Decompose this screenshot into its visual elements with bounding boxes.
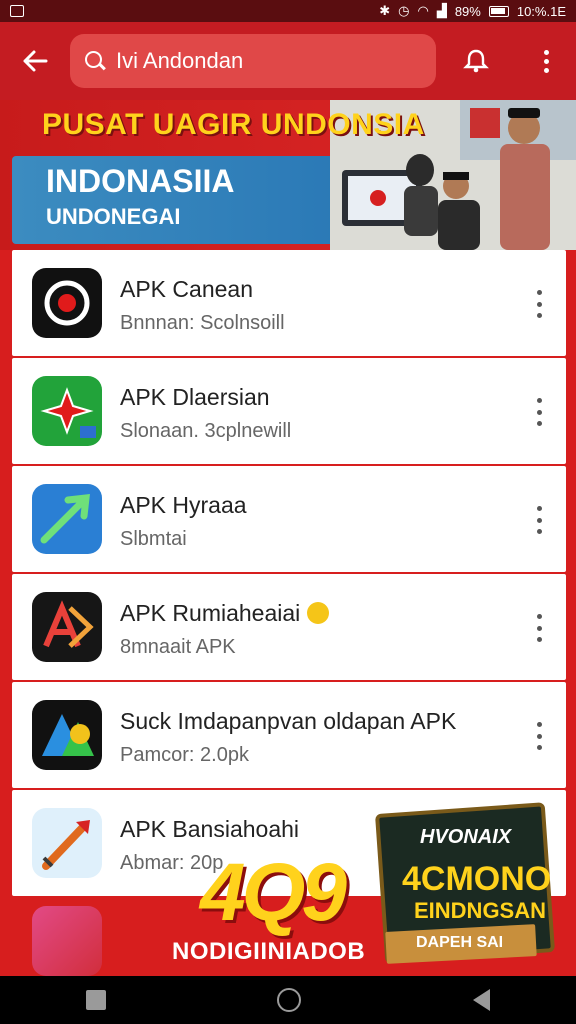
badge-line-3: EINDNGSAN [414, 898, 547, 923]
overflow-menu-button[interactable] [516, 22, 576, 100]
list-item[interactable]: APK Rumiaheaiai 8mnaait APK [12, 574, 566, 680]
app-title: APK Rumiaheaiai [120, 600, 329, 627]
system-nav-bar [0, 976, 576, 1024]
app-subtitle: Pamcor: 2.0pk [120, 744, 249, 766]
badge-line-2: 4CMONO [402, 860, 552, 898]
promo-footer-text: NODIGIINIADOB [172, 938, 366, 965]
app-title: APK Bansiahoahi [120, 816, 300, 842]
emoji-icon [306, 602, 329, 624]
item-more-icon[interactable] [532, 614, 546, 642]
recents-icon[interactable] [85, 990, 106, 1010]
status-bar: ✱ ◷ ◠ ▟ 89% 10:%.1E [0, 0, 576, 22]
more-icon [543, 49, 549, 55]
item-more-icon[interactable] [532, 290, 546, 318]
app-title: APK Hyraaa [120, 492, 247, 518]
clock: 10:%.1E [516, 3, 566, 19]
banner-headline: PUSAT UAGIR UNDONSIA [42, 108, 425, 141]
back-button[interactable] [0, 22, 70, 100]
search-query: Ivi Andondan [116, 48, 244, 73]
image-notification-icon [10, 5, 24, 17]
list-item[interactable]: Suck Imdapanpvan oldapan APK Pamcor: 2.0… [12, 682, 566, 788]
app-subtitle: Bnnnan: Scolnsoill [120, 312, 285, 334]
item-more-icon[interactable] [532, 506, 546, 534]
list-item[interactable]: APK Hyraaa Slbmtai [12, 466, 566, 572]
item-more-icon[interactable] [532, 722, 546, 750]
app-icon-star [32, 376, 102, 446]
app-title: APK Dlaersian [120, 384, 270, 410]
banner-title: INDONASIIA [46, 163, 235, 199]
app-icon-rocket [32, 808, 102, 878]
app-title: APK Canean [120, 276, 253, 302]
list-item[interactable]: APK Dlaersian Slonaan. 3cplnewill [12, 358, 566, 464]
badge-line-1: HVONAIX [420, 826, 512, 848]
app-title: Suck Imdapanpvan oldapan APK [120, 708, 457, 734]
notification-button[interactable] [436, 22, 516, 100]
signal-icon: ▟ [436, 3, 447, 18]
bell-icon [463, 49, 489, 73]
ribbon-text: DAPEH SAI [416, 934, 504, 951]
app-icon-pink[interactable] [32, 906, 102, 976]
app-icon-triangle [32, 700, 102, 770]
bluetooth-icon: ✱ [379, 3, 391, 18]
back-arrow-icon [23, 50, 48, 72]
search-input[interactable]: Ivi Andondan [70, 34, 436, 88]
item-more-icon[interactable] [532, 398, 546, 426]
wifi-icon: ◠ [417, 3, 429, 18]
app-icon-letter-a [32, 592, 102, 662]
app-subtitle: 8mnaait APK [120, 636, 236, 658]
banner-subtitle: UNDONEGAI [46, 204, 181, 229]
battery-percent: 89% [454, 3, 481, 19]
promo-number: 4Q9 [200, 847, 347, 938]
alarm-icon: ◷ [398, 3, 410, 18]
back-nav-icon[interactable] [473, 989, 491, 1011]
app-subtitle: Slbmtai [120, 528, 187, 550]
app-icon-camera [32, 268, 102, 338]
battery-icon [488, 5, 509, 17]
app-bar: Ivi Andondan [0, 22, 576, 100]
search-icon [84, 50, 106, 72]
app-icon-arrow [32, 484, 102, 554]
app-list: APK Canean Bnnnan: Scolnsoill APK Dlaers… [12, 250, 566, 896]
app-subtitle: Slonaan. 3cplnewill [120, 420, 292, 442]
home-icon[interactable] [277, 988, 302, 1012]
list-item[interactable]: APK Canean Bnnnan: Scolnsoill [12, 250, 566, 356]
